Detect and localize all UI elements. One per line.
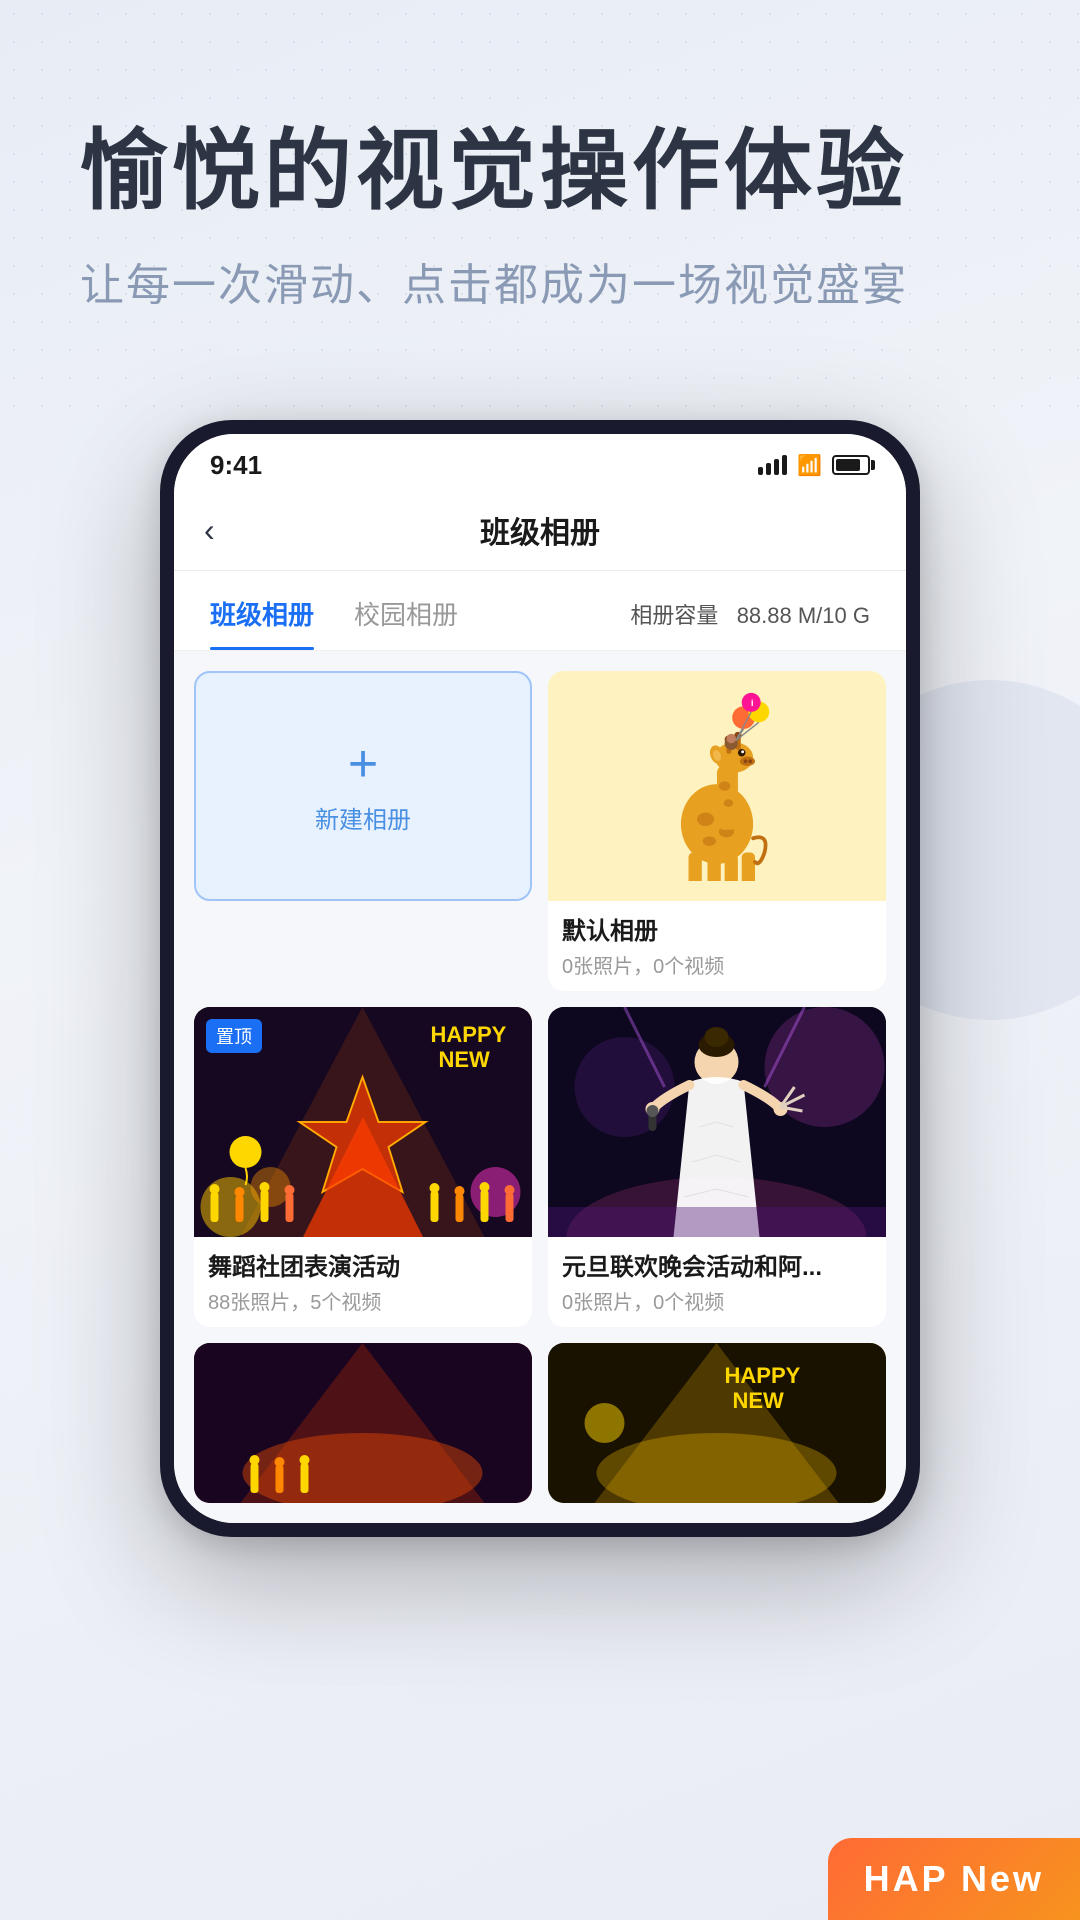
sub-title: 让每一次滑动、点击都成为一场视觉盛宴 bbox=[80, 249, 1000, 313]
lady-album-name: 元旦联欢晚会活动和阿... bbox=[562, 1247, 872, 1282]
content-area: + 新建相册 bbox=[174, 651, 906, 1523]
status-time: 9:41 bbox=[210, 450, 262, 481]
lady-scene bbox=[548, 1007, 886, 1237]
phone-frame: 9:41 📶 ‹ 班级相册 班级相册 校园相册 bbox=[160, 420, 920, 1537]
pinned-badge: 置顶 bbox=[206, 1019, 262, 1053]
svg-text:HAPPY: HAPPY bbox=[431, 1022, 507, 1047]
battery-icon bbox=[832, 455, 870, 475]
default-album-thumbnail: i bbox=[548, 671, 886, 901]
dance-album-name: 舞蹈社团表演活动 bbox=[208, 1247, 518, 1282]
main-title: 愉悦的视觉操作体验 bbox=[80, 120, 1000, 221]
giraffe-illustration: i bbox=[637, 691, 797, 881]
new-album-label: 新建相册 bbox=[315, 800, 411, 835]
svg-text:HAPPY: HAPPY bbox=[725, 1363, 801, 1388]
hap-new-badge-wrapper: HAP New bbox=[828, 1838, 1080, 1920]
lady-album-meta: 0张照片，0个视频 bbox=[562, 1286, 872, 1315]
lady-album-card[interactable]: 元旦联欢晚会活动和阿... 0张照片，0个视频 bbox=[548, 1007, 886, 1327]
storage-label: 相册容量 bbox=[630, 603, 718, 628]
new-album-card[interactable]: + 新建相册 bbox=[194, 671, 532, 901]
plus-icon: + bbox=[348, 738, 378, 790]
default-album-card[interactable]: i 默认相册 0张照片，0个视频 bbox=[548, 671, 886, 991]
svg-text:NEW: NEW bbox=[733, 1388, 785, 1413]
partial-scene-2: HAPPY NEW bbox=[548, 1343, 886, 1503]
phone-mockup: 9:41 📶 ‹ 班级相册 班级相册 校园相册 bbox=[160, 420, 920, 1537]
bottom-album-row: HAPPY NEW bbox=[194, 1343, 886, 1503]
back-button[interactable]: ‹ bbox=[204, 512, 215, 549]
partial-thumb-2: HAPPY NEW bbox=[548, 1343, 886, 1503]
lady-album-info: 元旦联欢晚会活动和阿... 0张照片，0个视频 bbox=[548, 1237, 886, 1327]
storage-value: 88.88 M/10 G bbox=[737, 603, 870, 628]
phone-screen: 9:41 📶 ‹ 班级相册 班级相册 校园相册 bbox=[174, 434, 906, 1523]
tab-bar: 班级相册 校园相册 相册容量 88.88 M/10 G bbox=[174, 571, 906, 651]
wifi-icon: 📶 bbox=[797, 453, 822, 478]
dance-thumbnail: HAPPY NEW 置顶 bbox=[194, 1007, 532, 1237]
storage-info: 相册容量 88.88 M/10 G bbox=[630, 598, 870, 630]
tab-class-album[interactable]: 班级相册 bbox=[210, 589, 314, 638]
default-album-info: 默认相册 0张照片，0个视频 bbox=[548, 901, 886, 991]
lady-thumbnail bbox=[548, 1007, 886, 1237]
default-album-meta: 0张照片，0个视频 bbox=[562, 950, 872, 979]
partial-card-1[interactable] bbox=[194, 1343, 532, 1503]
nav-title: 班级相册 bbox=[480, 508, 600, 552]
nav-bar: ‹ 班级相册 bbox=[174, 490, 906, 571]
hap-new-badge: HAP New bbox=[828, 1838, 1080, 1920]
signal-icon bbox=[758, 455, 787, 475]
dance-album-meta: 88张照片，5个视频 bbox=[208, 1286, 518, 1315]
svg-text:NEW: NEW bbox=[439, 1047, 491, 1072]
tab-campus-album[interactable]: 校园相册 bbox=[354, 589, 458, 638]
status-icons: 📶 bbox=[758, 453, 870, 478]
partial-card-2[interactable]: HAPPY NEW bbox=[548, 1343, 886, 1503]
status-bar: 9:41 📶 bbox=[174, 434, 906, 490]
default-album-name: 默认相册 bbox=[562, 911, 872, 946]
dance-album-info: 舞蹈社团表演活动 88张照片，5个视频 bbox=[194, 1237, 532, 1327]
svg-text:i: i bbox=[751, 698, 754, 709]
dance-album-card[interactable]: HAPPY NEW 置顶 舞蹈社团表演活动 88张照片，5个视频 bbox=[194, 1007, 532, 1327]
partial-thumb-1 bbox=[194, 1343, 532, 1503]
header-section: 愉悦的视觉操作体验 让每一次滑动、点击都成为一场视觉盛宴 bbox=[0, 0, 1080, 313]
album-grid: + 新建相册 bbox=[194, 671, 886, 1327]
partial-scene-1 bbox=[194, 1343, 532, 1503]
